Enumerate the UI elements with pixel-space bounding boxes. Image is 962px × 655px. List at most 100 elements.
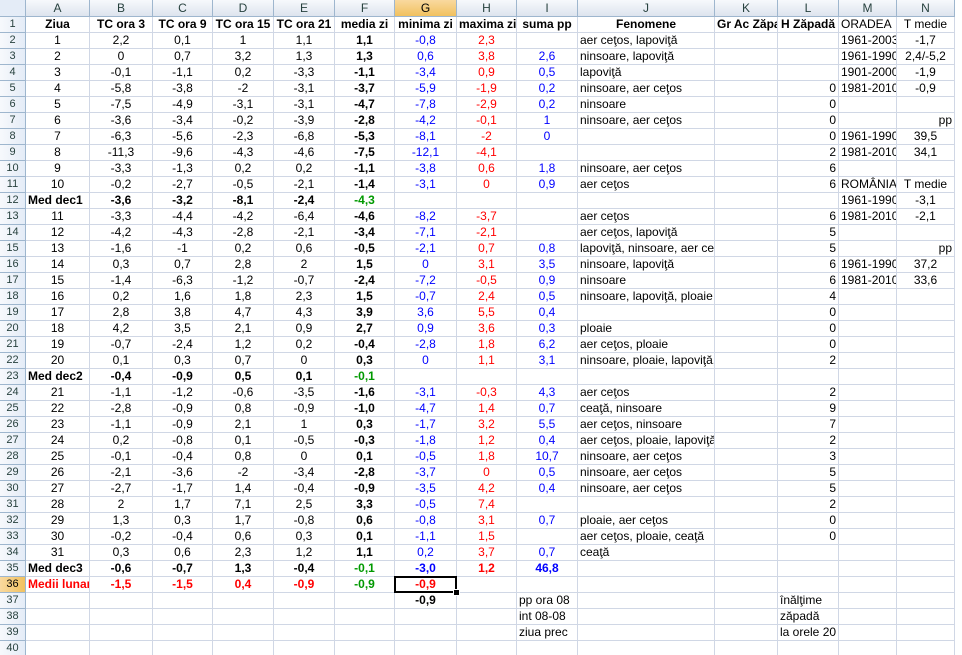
cell-J11[interactable]: aer ceţos — [578, 177, 715, 193]
cell-N9[interactable]: 34,1 — [897, 145, 955, 161]
cell-J26[interactable]: aer ceţos, ninsoare — [578, 417, 715, 433]
cell-E25[interactable]: -0,9 — [274, 401, 335, 417]
cell-A16[interactable]: 14 — [26, 257, 90, 273]
cell-E23[interactable]: 0,1 — [274, 369, 335, 385]
cell-N1[interactable]: T medie — [897, 17, 955, 33]
cell-H4[interactable]: 0,9 — [457, 65, 517, 81]
cell-A12[interactable]: Med dec1 — [26, 193, 90, 209]
cell-I27[interactable]: 0,4 — [517, 433, 578, 449]
cell-G16[interactable]: 0 — [395, 257, 457, 273]
cell-J9[interactable] — [578, 145, 715, 161]
cell-K6[interactable] — [715, 97, 778, 113]
cell-J3[interactable]: ninsoare, lapoviţă — [578, 49, 715, 65]
cell-C13[interactable]: -4,4 — [153, 209, 213, 225]
cell-K31[interactable] — [715, 497, 778, 513]
cell-E30[interactable]: -0,4 — [274, 481, 335, 497]
cell-E13[interactable]: -6,4 — [274, 209, 335, 225]
cell-E34[interactable]: 1,2 — [274, 545, 335, 561]
cell-L22[interactable]: 2 — [778, 353, 839, 369]
cell-J13[interactable]: aer ceţos — [578, 209, 715, 225]
cell-E40[interactable] — [274, 641, 335, 655]
cell-J40[interactable] — [578, 641, 715, 655]
cell-M39[interactable] — [839, 625, 897, 641]
cell-L23[interactable] — [778, 369, 839, 385]
row-header-6[interactable]: 6 — [0, 97, 26, 113]
cell-I19[interactable]: 0,4 — [517, 305, 578, 321]
cell-H18[interactable]: 2,4 — [457, 289, 517, 305]
cell-L2[interactable] — [778, 33, 839, 49]
cell-A32[interactable]: 29 — [26, 513, 90, 529]
cell-C19[interactable]: 3,8 — [153, 305, 213, 321]
cell-N25[interactable] — [897, 401, 955, 417]
cell-N12[interactable]: -3,1 — [897, 193, 955, 209]
cell-N4[interactable]: -1,9 — [897, 65, 955, 81]
cell-C1[interactable]: TC ora 9 — [153, 17, 213, 33]
cell-D8[interactable]: -2,3 — [213, 129, 274, 145]
cell-L18[interactable]: 4 — [778, 289, 839, 305]
cell-K28[interactable] — [715, 449, 778, 465]
cell-M20[interactable] — [839, 321, 897, 337]
cell-A22[interactable]: 20 — [26, 353, 90, 369]
row-header-11[interactable]: 11 — [0, 177, 26, 193]
cell-K1[interactable]: Gr Ac Zăpadă — [715, 17, 778, 33]
cell-D19[interactable]: 4,7 — [213, 305, 274, 321]
cell-E32[interactable]: -0,8 — [274, 513, 335, 529]
cell-M40[interactable] — [839, 641, 897, 655]
cell-A40[interactable] — [26, 641, 90, 655]
cell-L26[interactable]: 7 — [778, 417, 839, 433]
cell-J4[interactable]: lapoviţă — [578, 65, 715, 81]
cell-I13[interactable] — [517, 209, 578, 225]
cell-K15[interactable] — [715, 241, 778, 257]
cell-M25[interactable] — [839, 401, 897, 417]
cell-E18[interactable]: 2,3 — [274, 289, 335, 305]
cell-K3[interactable] — [715, 49, 778, 65]
cell-C3[interactable]: 0,7 — [153, 49, 213, 65]
cell-G35[interactable]: -3,0 — [395, 561, 457, 577]
cell-A26[interactable]: 23 — [26, 417, 90, 433]
cell-N6[interactable] — [897, 97, 955, 113]
cell-J6[interactable]: ninsoare — [578, 97, 715, 113]
cell-N32[interactable] — [897, 513, 955, 529]
cell-H10[interactable]: 0,6 — [457, 161, 517, 177]
cell-L28[interactable]: 3 — [778, 449, 839, 465]
cell-M13[interactable]: 1981-2010 — [839, 209, 897, 225]
cell-A33[interactable]: 30 — [26, 529, 90, 545]
cell-H35[interactable]: 1,2 — [457, 561, 517, 577]
cell-C25[interactable]: -0,9 — [153, 401, 213, 417]
cell-H28[interactable]: 1,8 — [457, 449, 517, 465]
cell-I40[interactable] — [517, 641, 578, 655]
cell-N13[interactable]: -2,1 — [897, 209, 955, 225]
cell-B34[interactable]: 0,3 — [90, 545, 153, 561]
cell-C34[interactable]: 0,6 — [153, 545, 213, 561]
cell-F27[interactable]: -0,3 — [335, 433, 395, 449]
cell-D17[interactable]: -1,2 — [213, 273, 274, 289]
cell-B32[interactable]: 1,3 — [90, 513, 153, 529]
cell-N27[interactable] — [897, 433, 955, 449]
cell-E35[interactable]: -0,4 — [274, 561, 335, 577]
cell-L33[interactable]: 0 — [778, 529, 839, 545]
cell-D7[interactable]: -0,2 — [213, 113, 274, 129]
cell-A7[interactable]: 6 — [26, 113, 90, 129]
row-header-23[interactable]: 23 — [0, 369, 26, 385]
cell-C6[interactable]: -4,9 — [153, 97, 213, 113]
cell-N40[interactable] — [897, 641, 955, 655]
cell-J12[interactable] — [578, 193, 715, 209]
cell-N26[interactable] — [897, 417, 955, 433]
cell-N28[interactable] — [897, 449, 955, 465]
cell-B6[interactable]: -7,5 — [90, 97, 153, 113]
cell-G4[interactable]: -3,4 — [395, 65, 457, 81]
cell-C30[interactable]: -1,7 — [153, 481, 213, 497]
row-header-39[interactable]: 39 — [0, 625, 26, 641]
cell-J15[interactable]: lapoviţă, ninsoare, aer ceţos — [578, 241, 715, 257]
cell-K34[interactable] — [715, 545, 778, 561]
cell-L21[interactable]: 0 — [778, 337, 839, 353]
cell-E29[interactable]: -3,4 — [274, 465, 335, 481]
cell-L17[interactable]: 6 — [778, 273, 839, 289]
cell-L10[interactable]: 6 — [778, 161, 839, 177]
cell-H32[interactable]: 3,1 — [457, 513, 517, 529]
cell-N10[interactable] — [897, 161, 955, 177]
cell-M23[interactable] — [839, 369, 897, 385]
row-header-10[interactable]: 10 — [0, 161, 26, 177]
cell-B4[interactable]: -0,1 — [90, 65, 153, 81]
cell-I32[interactable]: 0,7 — [517, 513, 578, 529]
